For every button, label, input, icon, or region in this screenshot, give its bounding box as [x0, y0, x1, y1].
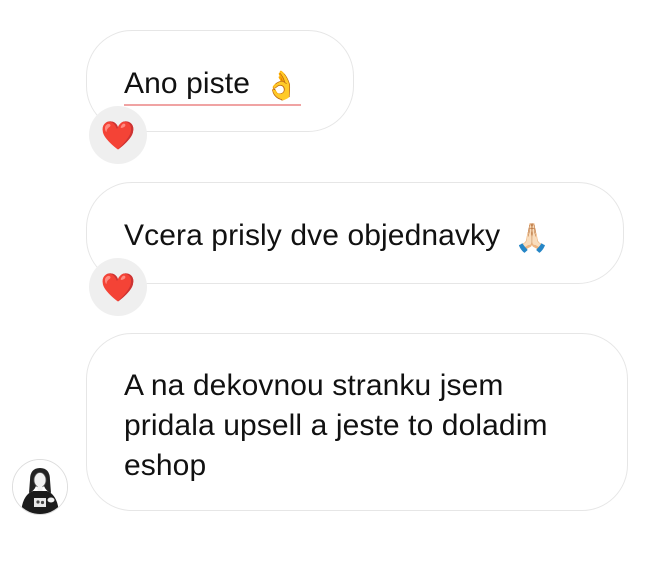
user-avatar-icon[interactable]: [12, 459, 68, 515]
heart-reaction-2[interactable]: ❤️: [89, 258, 147, 316]
red-heart-icon: ❤️: [100, 271, 136, 303]
red-heart-icon: ❤️: [100, 119, 136, 151]
ok-hand-emoji-icon: 👌: [264, 70, 300, 101]
avatar-illustration: [13, 460, 67, 514]
message-text-3: A na dekovnou stranku jsem pridala upsel…: [124, 369, 548, 482]
folded-hands-emoji-icon: 🙏🏻: [514, 222, 550, 253]
heart-reaction-1[interactable]: ❤️: [89, 106, 147, 164]
message-bubble-3[interactable]: A na dekovnou stranku jsem pridala upsel…: [86, 333, 628, 511]
message-text-2: Vcera prisly dve objednavky: [124, 219, 501, 252]
message-text-1: Ano piste 👌: [124, 66, 302, 106]
message-bubble-2[interactable]: Vcera prisly dve objednavky 🙏🏻: [86, 182, 624, 284]
